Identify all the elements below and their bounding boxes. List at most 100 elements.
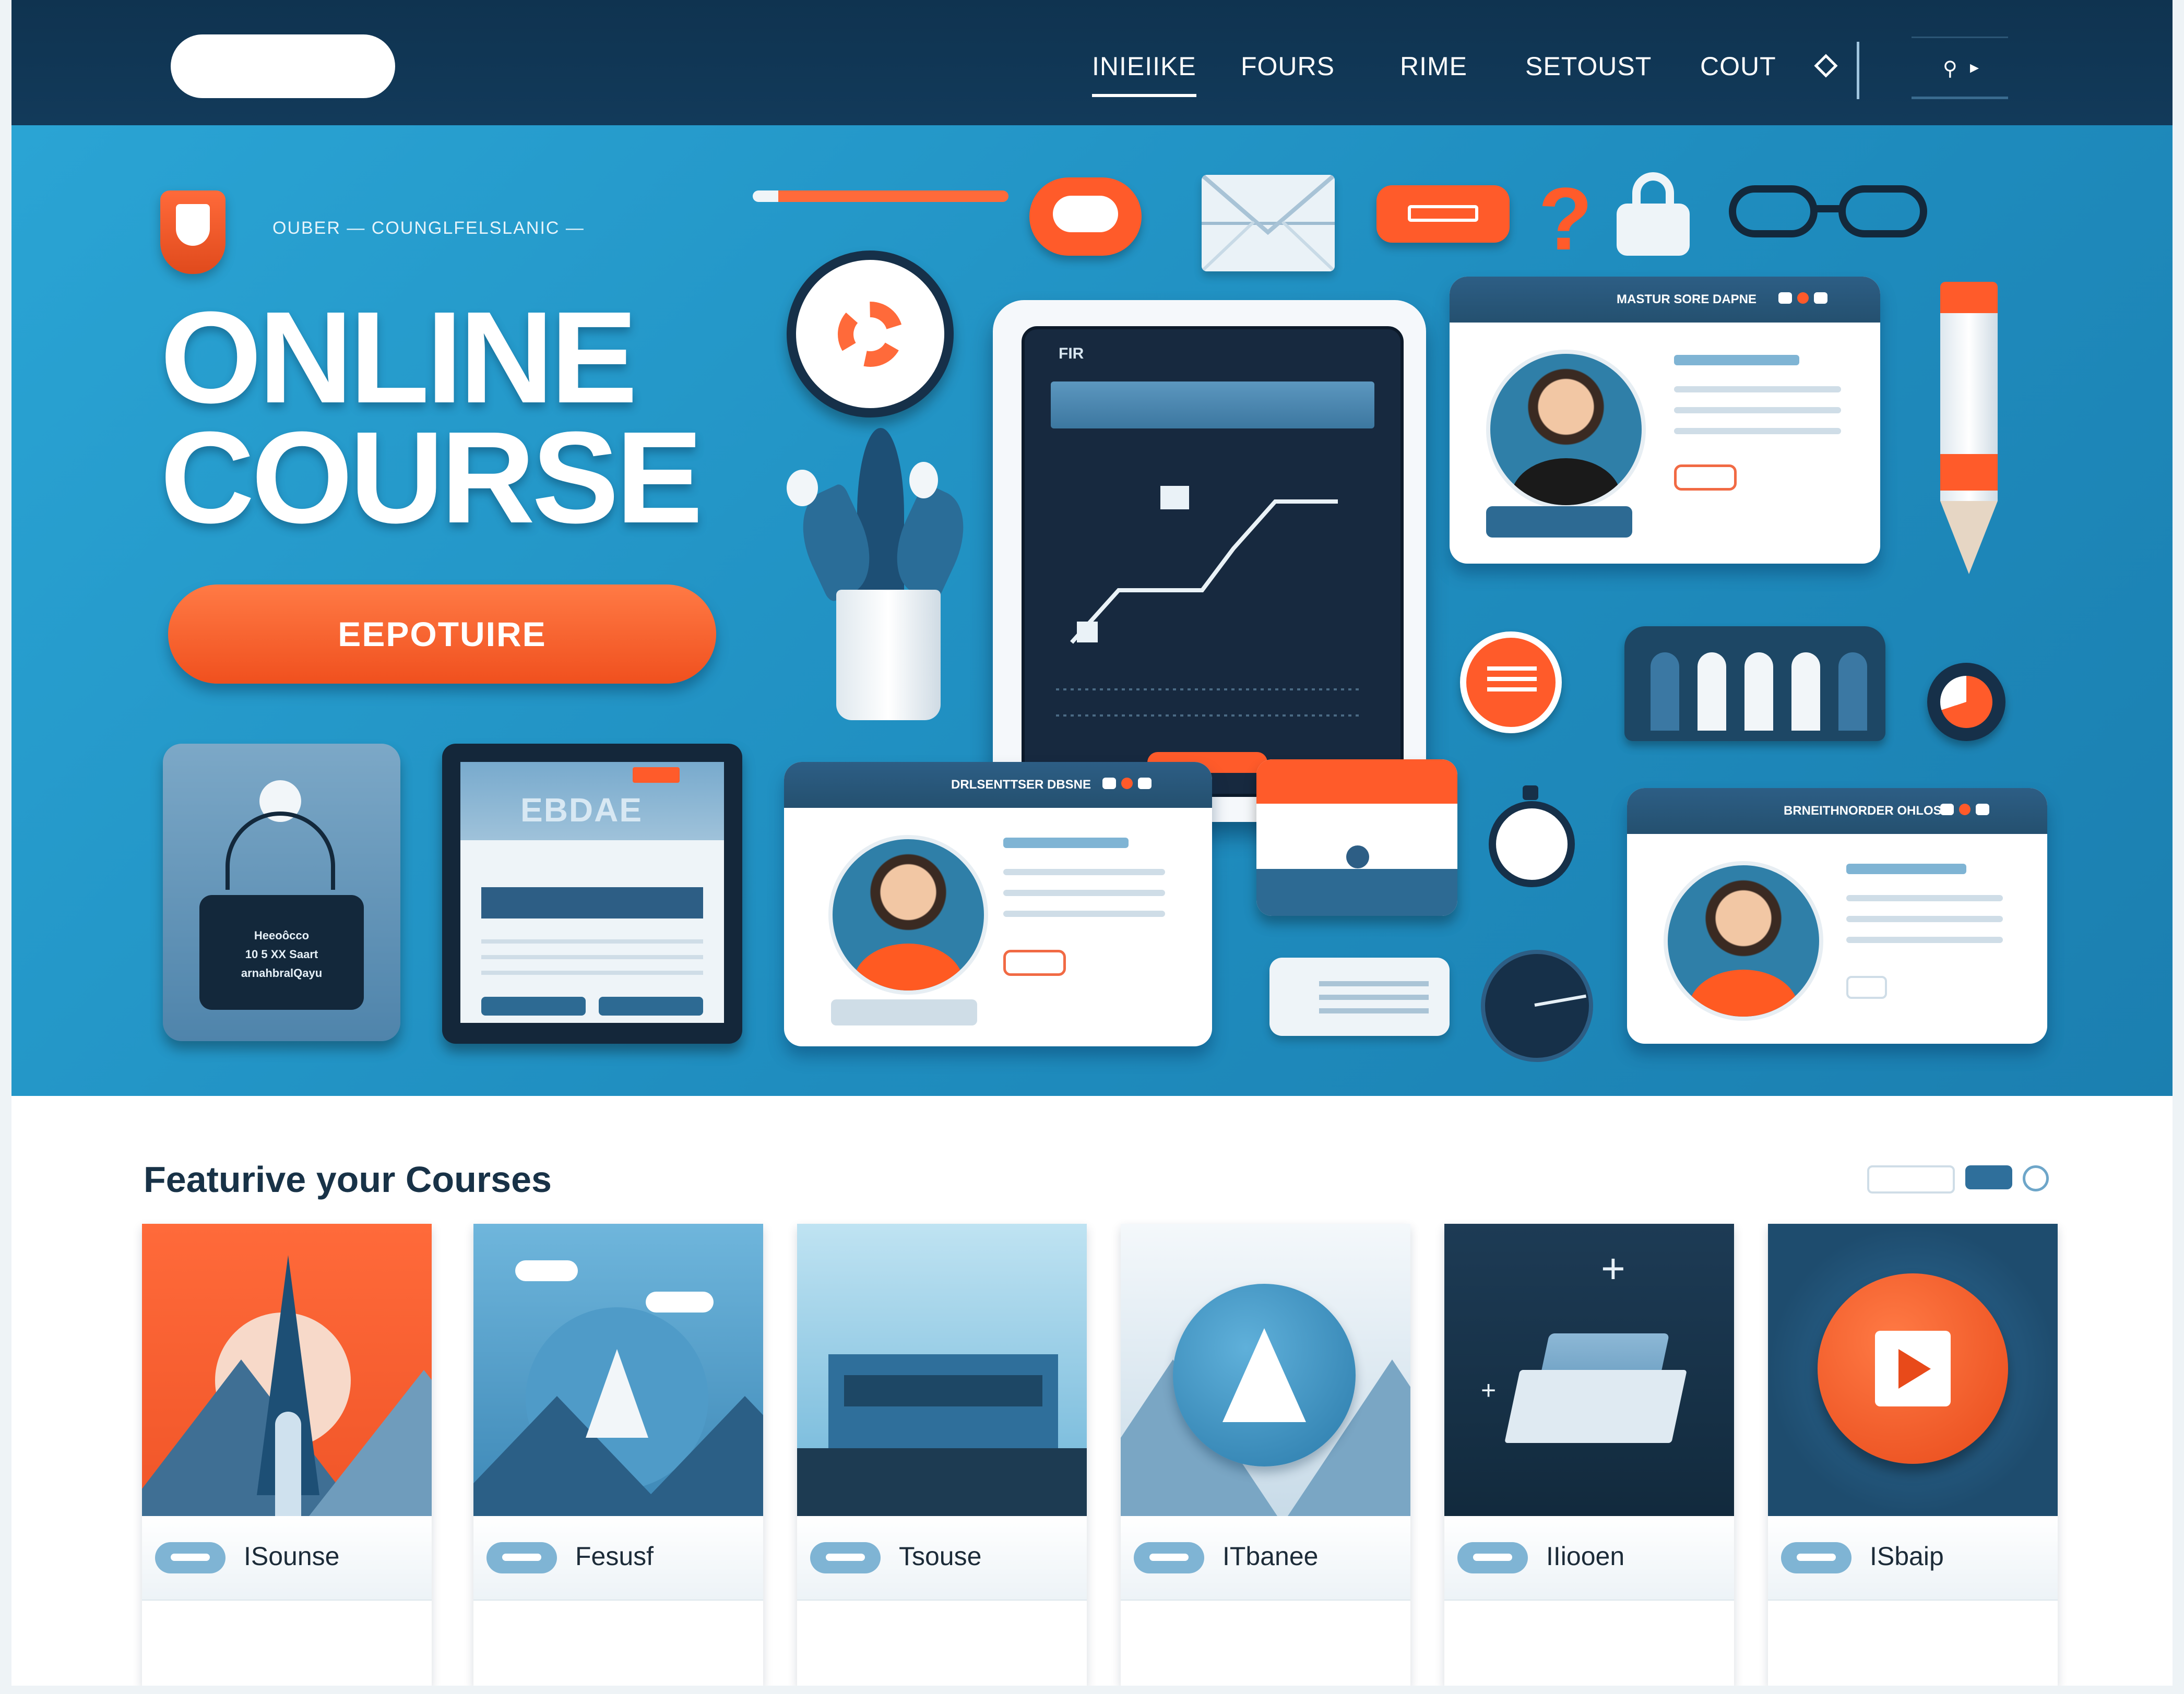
- tablet-screen: FIR: [1022, 326, 1404, 797]
- course-3-footer: Tsouse: [797, 1516, 1087, 1601]
- profile-card-2-title: DRLSENTTSER DBSNE: [951, 778, 1091, 792]
- course-5-footer: IIiooen: [1444, 1516, 1734, 1601]
- course-card-5[interactable]: + + IIiooen: [1444, 1224, 1734, 1686]
- play-icon: [1875, 1331, 1951, 1406]
- course-3-thumbnail: [797, 1224, 1087, 1516]
- featured-title: Featurive your Courses: [144, 1159, 552, 1200]
- course-5-name: IIiooen: [1546, 1542, 1625, 1571]
- hero-title-line2: COURSE: [160, 404, 703, 550]
- search-button[interactable]: ⚲ ▸: [1912, 37, 2008, 99]
- course-1-tag-icon: [155, 1542, 225, 1573]
- course-4-footer: ITbanee: [1121, 1516, 1410, 1601]
- course-3-tag-icon: [810, 1542, 881, 1573]
- lock-icon: [1617, 172, 1690, 256]
- nav-link-2[interactable]: FOURS: [1241, 51, 1335, 81]
- course-4-thumbnail: [1121, 1224, 1410, 1516]
- bar-chart-icon: [1624, 626, 1885, 741]
- profile-card-3[interactable]: BRNEITHNORDER OHLOS: [1627, 788, 2047, 1044]
- bag-icon: Heeoôcco 10 5 XX Saart arnahbralQayu: [199, 895, 364, 1010]
- profile-card-2-text-line: [1003, 911, 1165, 917]
- message-bubble-icon: [1376, 185, 1510, 243]
- profile-card-3-text-line: [1846, 916, 2003, 922]
- profile-card-2-text-line: [1003, 869, 1165, 875]
- pencil-icon: [1940, 282, 1998, 574]
- course-6-thumbnail: [1768, 1224, 2058, 1516]
- profile-card-1-button[interactable]: [1674, 464, 1737, 491]
- profile-card-2-bar: DRLSENTTSER DBSNE: [784, 762, 1212, 808]
- pencil-icon: [753, 190, 1008, 202]
- course-6-tag-icon: [1781, 1542, 1851, 1573]
- profile-card-3-bar: BRNEITHNORDER OHLOS: [1627, 788, 2047, 834]
- grid-view-button[interactable]: [1965, 1165, 2012, 1189]
- window-controls-icon: [1097, 778, 1152, 792]
- course-card-6[interactable]: ISbaip: [1768, 1224, 2058, 1686]
- profile-card-1[interactable]: MASTUR SORE DAPNE: [1450, 277, 1880, 564]
- shield-logo-icon: [160, 190, 225, 274]
- bag-card[interactable]: Heeoôcco 10 5 XX Saart arnahbralQayu: [163, 744, 400, 1041]
- envelope-icon: [1202, 175, 1335, 271]
- profile-card-3-text-line: [1846, 895, 2003, 901]
- profile-card-2[interactable]: DRLSENTTSER DBSNE: [784, 762, 1212, 1046]
- profile-card-1-avatar: [1486, 350, 1646, 509]
- course-5-thumbnail: + +: [1444, 1224, 1734, 1516]
- course-4-name: ITbanee: [1222, 1542, 1319, 1571]
- cloud-chat-icon: [1029, 177, 1142, 256]
- nav-link-3[interactable]: RIME: [1400, 51, 1467, 81]
- course-card-2[interactable]: Fesusf: [473, 1224, 763, 1686]
- course-card-3[interactable]: Tsouse: [797, 1224, 1087, 1686]
- course-6-footer: ISbaip: [1768, 1516, 2058, 1601]
- course-2-tag-icon: [486, 1542, 557, 1573]
- tablet-line-graph: [1056, 486, 1359, 717]
- stopwatch-icon: [1481, 785, 1580, 895]
- bag-text-line: Heeoôcco: [254, 929, 310, 942]
- page: INIEIIKE FOURS RIME SETOUST COUT ⚲ ▸ OUB…: [11, 0, 2173, 1686]
- course-1-footer: ISounse: [142, 1516, 432, 1601]
- nav-link-4[interactable]: SETOUST: [1525, 51, 1652, 81]
- nav-link-1[interactable]: INIEIIKE: [1092, 51, 1196, 97]
- profile-card-3-title: BRNEITHNORDER OHLOS: [1784, 804, 1942, 818]
- profile-card-1-text-line: [1674, 386, 1841, 392]
- nav-link-5[interactable]: COUT: [1700, 51, 1776, 81]
- profile-card-2-avatar: [828, 835, 988, 995]
- course-2-name: Fesusf: [575, 1542, 654, 1571]
- course-4-tag-icon: [1134, 1542, 1204, 1573]
- course-1-name: ISounse: [244, 1542, 340, 1571]
- search-icon: ⚲: [1943, 58, 1957, 80]
- profile-card-1-footer: [1486, 506, 1632, 538]
- window-controls-icon: [1935, 804, 1989, 818]
- profile-card-1-text-line: [1674, 407, 1841, 413]
- course-card-4[interactable]: ITbanee: [1121, 1224, 1410, 1686]
- hero-title: ONLINE COURSE: [160, 284, 703, 550]
- course-2-thumbnail: [473, 1224, 763, 1516]
- tablet-mockup: FIR: [993, 300, 1426, 822]
- profile-card-1-name-line: [1674, 355, 1799, 365]
- gauge-icon: [1481, 950, 1593, 1062]
- list-view-button[interactable]: [1867, 1165, 1955, 1194]
- hero-title-line1: ONLINE: [160, 284, 637, 430]
- note-card-icon: [1269, 958, 1450, 1036]
- browser-window-title: EBDAE: [520, 791, 643, 829]
- settings-circle-icon[interactable]: [2023, 1165, 2049, 1191]
- clock-icon: [787, 250, 954, 417]
- profile-card-3-text-line: [1846, 937, 2003, 943]
- window-controls-icon: [1773, 292, 1827, 306]
- course-6-name: ISbaip: [1870, 1542, 1944, 1571]
- cta-button[interactable]: EEPOTUIRE: [168, 584, 716, 684]
- profile-card-3-name-line: [1846, 864, 1966, 874]
- hero-tagline: OUBER — COUNGLFELSLANIC —: [272, 218, 585, 238]
- calendar-icon: [1256, 759, 1457, 916]
- nav-divider: [1857, 42, 1859, 99]
- question-icon: ?: [1538, 170, 1593, 269]
- top-nav: INIEIIKE FOURS RIME SETOUST COUT ⚲ ▸: [11, 0, 2173, 125]
- logo[interactable]: [171, 34, 395, 98]
- view-toggle[interactable]: [1867, 1165, 2049, 1196]
- browser-window-card[interactable]: EBDAE: [442, 744, 742, 1044]
- diamond-icon[interactable]: [1814, 54, 1838, 78]
- course-1-thumbnail: [142, 1224, 432, 1516]
- profile-card-1-title: MASTUR SORE DAPNE: [1617, 292, 1757, 306]
- course-2-footer: Fesusf: [473, 1516, 763, 1601]
- bag-text-line: 10 5 XX Saart: [245, 948, 318, 961]
- profile-card-2-button[interactable]: [1003, 950, 1066, 976]
- course-card-1[interactable]: ISounse: [142, 1224, 432, 1686]
- profile-card-3-button[interactable]: [1846, 976, 1887, 999]
